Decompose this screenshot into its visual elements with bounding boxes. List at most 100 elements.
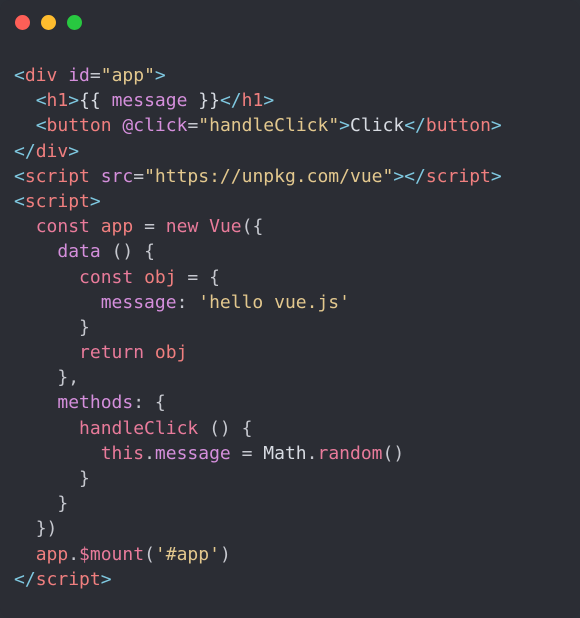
code-token: button [425, 115, 491, 137]
code-line: <script src="https://unpkg.com/vue"></sc… [14, 164, 502, 189]
code-token: : [133, 392, 145, 414]
maximize-dot-icon[interactable] [67, 15, 82, 30]
code-window: <div id="app"> <h1>{{ message }}</h1> <b… [0, 0, 580, 618]
code-token: id [68, 65, 90, 86]
code-token: "handleClick" [198, 115, 340, 137]
code-token: h1 [46, 90, 69, 112]
code-token: this [100, 442, 145, 464]
code-token: button [46, 115, 112, 137]
code-token: '#app' [154, 543, 220, 565]
code-token: . [144, 442, 155, 464]
code-token: > [339, 115, 351, 137]
code-line: </div> [14, 139, 502, 164]
code-token: . [68, 543, 80, 565]
code-token: app [35, 543, 69, 565]
code-token: > [100, 568, 112, 590]
code-token: Vue [209, 216, 242, 238]
code-token: < [14, 165, 25, 187]
code-token: : [176, 291, 188, 313]
code-line: message: 'hello vue.js' [14, 290, 502, 315]
code-token: ) [219, 543, 231, 565]
code-token: handleClick [79, 417, 199, 439]
code-line: const obj = { [14, 265, 502, 290]
code-token: { [209, 266, 220, 288]
code-token: {{ [79, 90, 112, 112]
code-token: src [100, 165, 134, 187]
code-token: div [35, 140, 69, 162]
code-token: () { [111, 241, 155, 263]
code-token: const [79, 266, 134, 288]
code-token: } [57, 493, 69, 515]
code-token: $mount [79, 543, 145, 565]
code-token: </ [404, 115, 426, 137]
code-token: Math [263, 442, 307, 464]
code-token: obj [154, 342, 188, 364]
code-line: return obj [14, 340, 502, 365]
code-token: script [425, 165, 491, 187]
code-token: "app" [100, 65, 155, 86]
code-token: ></ [393, 165, 426, 187]
code-token: ({ [241, 216, 264, 238]
code-token: script [24, 190, 90, 212]
code-token: methods [57, 392, 134, 414]
code-token: = [187, 115, 199, 137]
code-token: </ [14, 140, 36, 162]
minimize-dot-icon[interactable] [41, 15, 56, 30]
code-line: <button @click="handleClick">Click</butt… [14, 113, 502, 138]
code-token: = [89, 65, 101, 86]
code-line: data () { [14, 239, 502, 264]
code-line: methods: { [14, 390, 502, 415]
close-dot-icon[interactable] [15, 15, 30, 30]
code-token: ( [144, 543, 155, 565]
code-token: = [144, 216, 155, 238]
code-token: message [111, 90, 188, 112]
code-token: { [154, 392, 166, 414]
code-token: h1 [241, 90, 264, 112]
code-line: const app = new Vue({ [14, 214, 502, 239]
code-token: 'hello vue.js' [198, 291, 350, 313]
code-line: }, [14, 365, 502, 390]
code-line: } [14, 491, 502, 516]
code-token: > [490, 115, 502, 137]
code-token: < [35, 115, 47, 137]
code-token: script [35, 568, 101, 590]
code-token: = [133, 165, 145, 187]
code-token: . [306, 442, 318, 464]
code-token: message [100, 291, 177, 313]
code-token: () { [209, 417, 253, 439]
code-token: const [35, 216, 90, 238]
code-token: = [241, 442, 253, 464]
code-token: = [187, 266, 199, 288]
code-token: script [24, 165, 90, 187]
code-token: > [68, 90, 80, 112]
code-block: <div id="app"> <h1>{{ message }}</h1> <b… [14, 63, 502, 592]
code-token: < [35, 90, 47, 112]
code-line: <script> [14, 189, 502, 214]
code-token: app [100, 216, 134, 238]
code-token: > [68, 140, 80, 162]
code-line: handleClick () { [14, 416, 502, 441]
